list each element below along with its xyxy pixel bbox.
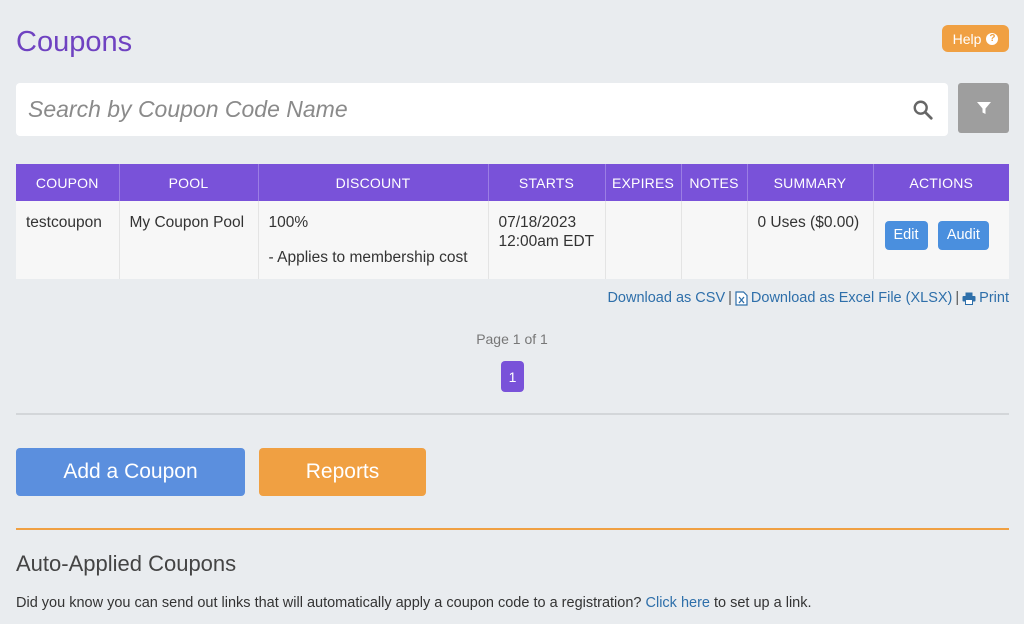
expires-cell <box>605 201 682 279</box>
column-header-summary[interactable]: SUMMARY <box>747 164 874 201</box>
actions-cell: Edit Audit <box>873 201 1009 279</box>
add-coupon-button[interactable]: Add a Coupon <box>16 448 245 496</box>
pool-name: My Coupon Pool <box>129 214 245 231</box>
column-header-expires[interactable]: EXPIRES <box>605 164 682 201</box>
column-header-discount[interactable]: DISCOUNT <box>258 164 489 201</box>
divider <box>16 413 1009 415</box>
pool-cell: My Coupon Pool <box>119 201 259 279</box>
help-circle-icon: ? <box>986 32 999 45</box>
auto-applied-description: Did you know you can send out links that… <box>16 595 812 611</box>
download-csv-link[interactable]: Download as CSV <box>607 290 725 306</box>
reports-button[interactable]: Reports <box>259 448 426 496</box>
coupon-cell: testcoupon <box>16 201 120 279</box>
column-header-coupon[interactable]: COUPON <box>16 164 120 201</box>
description-text: Did you know you can send out links that… <box>16 595 646 611</box>
column-header-pool[interactable]: POOL <box>119 164 259 201</box>
page-1-button[interactable]: 1 <box>501 361 524 392</box>
filter-button[interactable] <box>958 83 1009 133</box>
download-links: Download as CSV | Download as Excel File… <box>607 290 1009 306</box>
edit-button[interactable]: Edit <box>884 221 928 250</box>
coupon-code: testcoupon <box>26 214 102 231</box>
separator: | <box>955 290 960 306</box>
audit-button[interactable]: Audit <box>937 221 989 250</box>
starts-time: 12:00am EDT <box>498 233 595 250</box>
table-row: testcoupon My Coupon Pool 100% - Applies… <box>16 201 1009 279</box>
section-divider <box>16 528 1009 530</box>
column-header-actions: ACTIONS <box>873 164 1009 201</box>
column-header-starts[interactable]: STARTS <box>488 164 606 201</box>
print-link[interactable]: Print <box>979 290 1009 306</box>
filter-icon <box>976 102 991 114</box>
description-text-end: to set up a link. <box>709 595 812 611</box>
search-icon[interactable] <box>912 99 934 121</box>
discount-note: - Applies to membership cost <box>268 249 468 266</box>
separator: | <box>728 290 732 306</box>
discount-cell: 100% - Applies to membership cost <box>258 201 489 279</box>
help-label: Help <box>952 30 982 47</box>
page-title: Coupons <box>16 26 133 58</box>
notes-cell <box>681 201 748 279</box>
search-box <box>16 83 948 136</box>
starts-date: 07/18/2023 <box>498 214 577 231</box>
table-header-row: COUPON POOL DISCOUNT STARTS EXPIRES NOTE… <box>16 164 1009 201</box>
download-excel-link[interactable]: Download as Excel File (XLSX) <box>751 290 952 306</box>
search-input[interactable] <box>16 83 948 136</box>
column-header-notes[interactable]: NOTES <box>681 164 748 201</box>
summary-value: 0 Uses ($0.00) <box>757 214 860 231</box>
coupons-table: COUPON POOL DISCOUNT STARTS EXPIRES NOTE… <box>16 164 1009 279</box>
summary-cell: 0 Uses ($0.00) <box>747 201 874 279</box>
excel-file-icon <box>735 290 748 306</box>
printer-icon <box>962 292 976 305</box>
click-here-link[interactable]: Click here <box>646 595 710 611</box>
starts-cell: 07/18/2023 12:00am EDT <box>488 201 606 279</box>
pagination-info: Page 1 of 1 <box>476 331 548 347</box>
help-button[interactable]: Help ? <box>942 25 1009 52</box>
discount-value: 100% <box>268 214 309 231</box>
auto-applied-title: Auto-Applied Coupons <box>16 551 237 576</box>
